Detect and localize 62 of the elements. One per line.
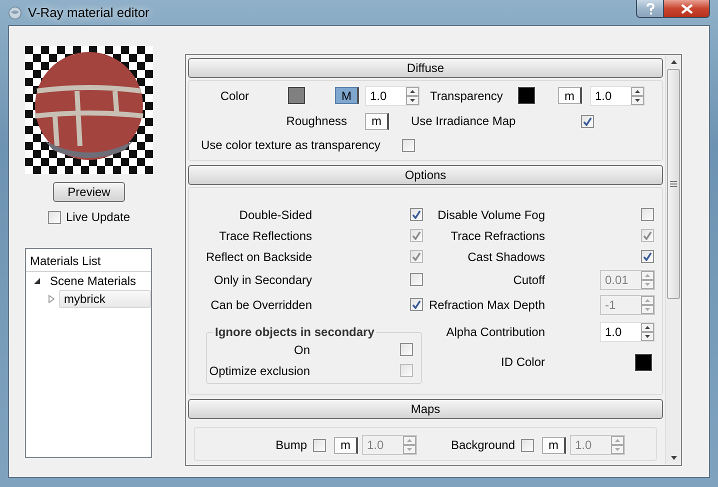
section-header[interactable]: Diffuse <box>188 58 663 78</box>
field-label: Cutoff <box>512 272 545 286</box>
scroll-thumb[interactable] <box>667 69 680 299</box>
section-header[interactable]: Options <box>188 165 663 185</box>
spin-field[interactable]: 1.0 <box>600 322 655 342</box>
checkbox[interactable] <box>48 210 61 224</box>
spin-field[interactable]: 1.0 <box>365 86 420 106</box>
help-button[interactable] <box>636 0 664 18</box>
list-title: Materials List <box>30 254 101 268</box>
checkbox-label: Only in Secondary <box>212 272 313 286</box>
field-label: Refraction Max Depth <box>428 298 545 312</box>
collapsed-caret-icon[interactable] <box>48 295 55 303</box>
field-label: Disable Volume Fog <box>436 208 545 222</box>
scrollbar[interactable] <box>665 55 681 465</box>
checkbox-label: Trace Reflections <box>218 228 313 242</box>
checkbox-label: Optimize exclusion <box>208 364 311 378</box>
checkbox[interactable] <box>641 250 654 263</box>
checkbox[interactable] <box>410 298 423 311</box>
group-title: Ignore objects in secondary <box>214 325 376 339</box>
field-label: Transparency <box>429 88 502 102</box>
tree-item[interactable]: mybrick <box>59 290 151 308</box>
checkbox[interactable] <box>410 273 423 286</box>
color-swatch[interactable] <box>635 354 652 370</box>
field-label: ID Color <box>500 355 545 369</box>
help-icon <box>646 2 654 14</box>
spin-arrows-icon[interactable] <box>641 323 654 341</box>
field-label: Background <box>450 438 516 452</box>
map-button[interactable]: m <box>365 112 389 130</box>
expanded-caret-icon[interactable] <box>34 277 41 285</box>
checkbox-label: Reflect on Backside <box>204 250 313 264</box>
section-header[interactable]: Maps <box>188 399 663 419</box>
checkbox[interactable] <box>400 343 413 356</box>
color-swatch[interactable] <box>288 87 305 104</box>
preview-button[interactable]: Preview <box>53 182 125 202</box>
checkbox[interactable] <box>641 208 654 221</box>
checkbox-label: Use Irradiance Map <box>410 114 517 128</box>
spin-arrows-icon[interactable] <box>406 86 419 104</box>
checkbox[interactable] <box>410 208 423 221</box>
field-label: Bump <box>274 438 308 452</box>
map-button[interactable]: m <box>558 87 582 104</box>
close-button[interactable] <box>664 0 710 18</box>
checkbox[interactable] <box>402 138 415 152</box>
grip-icon <box>670 181 677 187</box>
spin-arrows-icon[interactable] <box>631 86 644 104</box>
tree-item[interactable]: Scene Materials <box>45 272 142 290</box>
app-icon <box>8 6 22 20</box>
checkbox-label: On <box>292 342 311 356</box>
field-label: Cast Shadows <box>466 250 545 264</box>
checkbox-label: Live Update <box>66 210 130 224</box>
spin-field[interactable]: 1.0 <box>590 86 645 106</box>
checkbox-label: Use color texture as transparency <box>200 138 382 152</box>
checkbox-label: Double-Sided <box>238 208 313 222</box>
field-label: Trace Refractions <box>450 228 545 242</box>
color-swatch[interactable] <box>518 87 535 104</box>
close-icon <box>680 4 692 14</box>
field-label: Roughness <box>285 114 348 128</box>
checkbox[interactable] <box>581 114 594 128</box>
field-label: Color <box>219 88 249 102</box>
map-button[interactable]: M <box>335 87 359 104</box>
checkbox-label: Can be Overridden <box>210 298 313 312</box>
window-title: V-Ray material editor <box>28 5 150 20</box>
field-label: Alpha Contribution <box>445 325 545 339</box>
